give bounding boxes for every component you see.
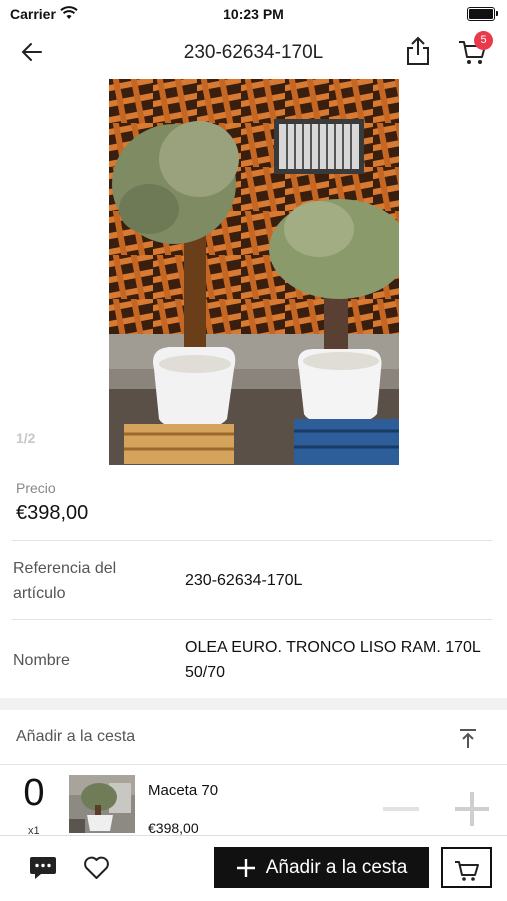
plus-icon[interactable] (455, 792, 489, 826)
item-price: €398,00 (148, 820, 199, 836)
add-to-cart-header: Añadir a la cesta (16, 728, 136, 745)
scroll-top-icon[interactable] (458, 728, 478, 750)
navigation-bar: 230-62634-170L (0, 28, 507, 78)
divider (0, 764, 507, 765)
minus-icon[interactable] (383, 805, 419, 813)
cart-badge: 5 (474, 31, 493, 50)
price-label: Precio (16, 480, 56, 496)
chat-icon[interactable] (29, 855, 57, 881)
gallery-page-indicator: 1/2 (16, 430, 36, 446)
share-icon[interactable] (405, 36, 431, 66)
reference-label: Referencia del artículo (13, 556, 116, 606)
heart-icon[interactable] (83, 856, 110, 880)
clock: 10:23 PM (223, 6, 284, 22)
reference-label-line-1: Referencia del (13, 560, 117, 577)
reference-label-line-2: artículo (13, 585, 66, 602)
add-to-cart-label: Añadir a la cesta (265, 856, 408, 878)
section-separator (0, 698, 507, 710)
battery-icon (467, 7, 498, 21)
cart-icon (454, 861, 479, 881)
olive-trees-photo (109, 79, 399, 465)
item-name: Maceta 70 (148, 782, 219, 799)
plus-icon (236, 858, 255, 877)
status-bar: Carrier 10:23 PM (0, 0, 507, 28)
add-to-cart-button[interactable]: Añadir a la cesta (214, 847, 429, 888)
name-value-line-2: 50/70 (185, 664, 226, 681)
item-thumbnail (69, 775, 135, 833)
price-value: €398,00 (16, 502, 89, 524)
divider (12, 540, 492, 541)
quantity-value: 0 (23, 772, 45, 814)
name-value: OLEA EURO. TRONCO LISO RAM. 170L 50/70 (185, 635, 481, 685)
divider (12, 619, 492, 620)
name-label: Nombre (13, 652, 70, 669)
view-cart-button[interactable] (441, 847, 492, 888)
reference-value: 230-62634-170L (185, 572, 303, 589)
pot-photo-thumbnail (69, 775, 135, 833)
product-image[interactable] (109, 79, 399, 465)
name-value-line-1: OLEA EURO. TRONCO LISO RAM. 170L (185, 639, 481, 656)
